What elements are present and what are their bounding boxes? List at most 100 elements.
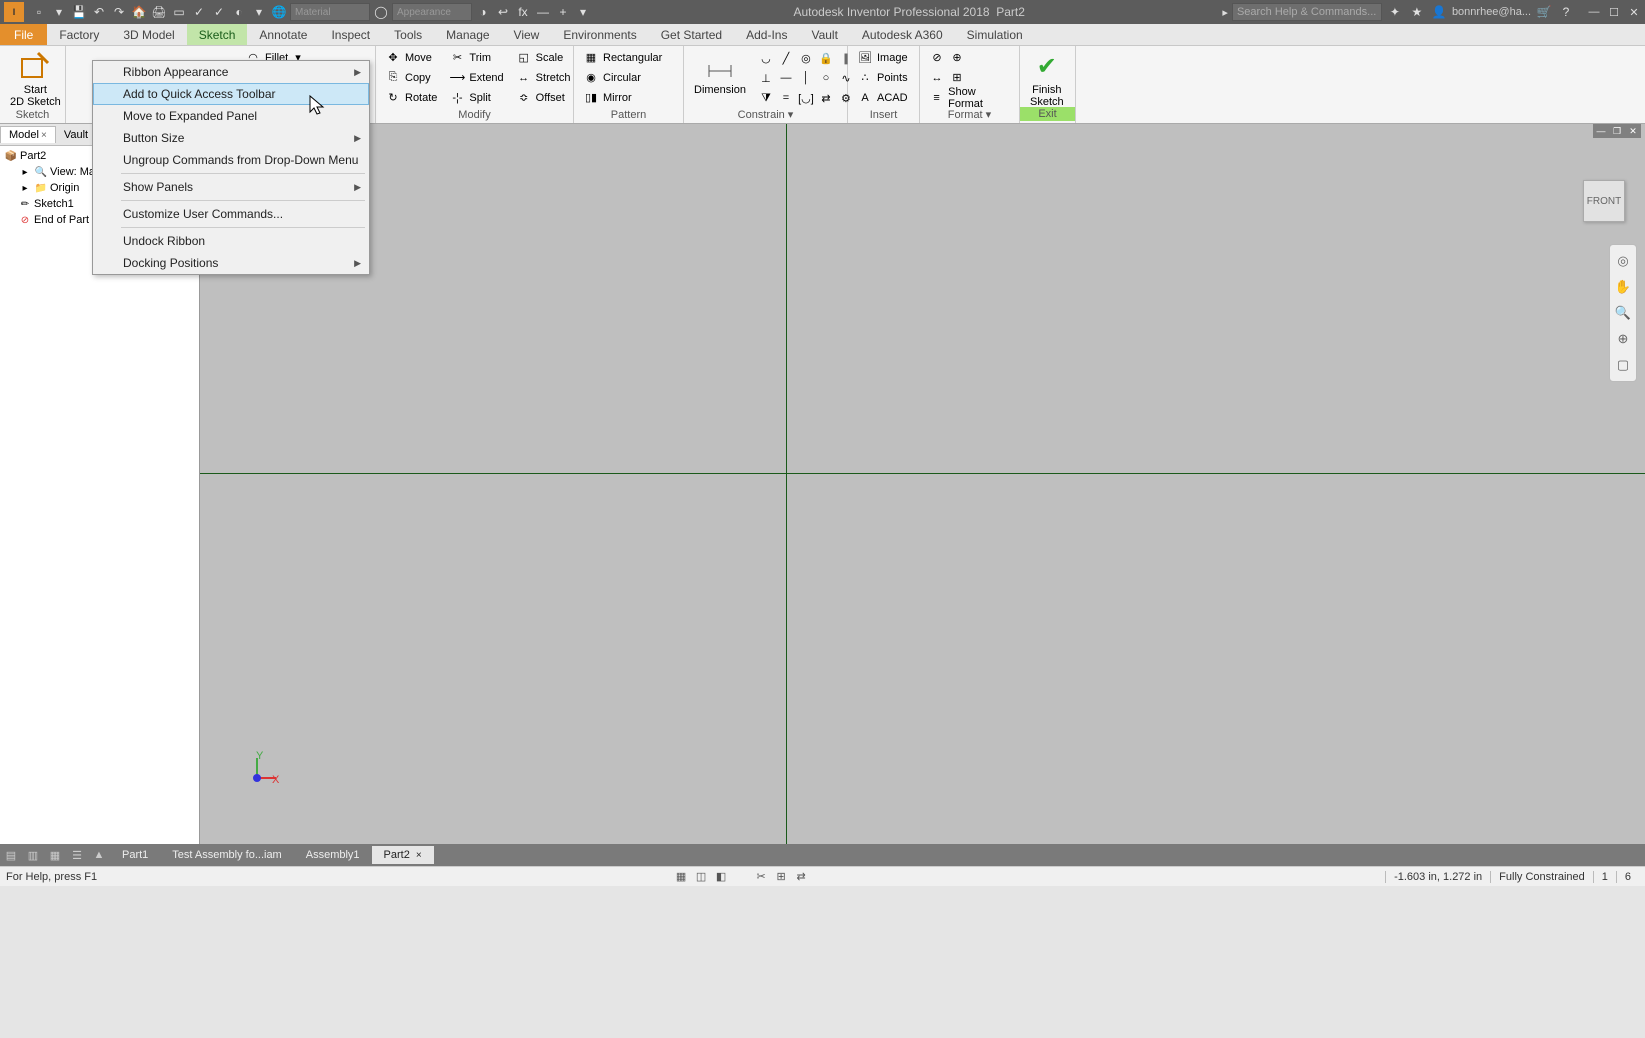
centerpoint-icon[interactable]: ⊞ [949, 70, 965, 86]
nav-pan-icon[interactable]: ✋ [1613, 277, 1633, 297]
status-grid-icon[interactable]: ◫ [691, 868, 711, 886]
doctab-part2[interactable]: Part2× [372, 846, 434, 864]
status-snap-icon[interactable]: ▦ [671, 868, 691, 886]
cm-docking-positions[interactable]: Docking Positions▶ [93, 252, 369, 274]
rectangular-pattern-button[interactable]: ▦Rectangular [580, 48, 665, 67]
tab-tile-vertical-icon[interactable]: ▥ [22, 844, 44, 866]
centerline-icon[interactable]: ⊕ [949, 50, 965, 66]
redo-icon[interactable]: ↷ [110, 3, 128, 21]
tab-vault[interactable]: Vault [799, 24, 849, 45]
maximize-button[interactable]: ☐ [1607, 5, 1621, 19]
nav-lookat-icon[interactable]: ▢ [1613, 355, 1633, 375]
file-tab[interactable]: File [0, 24, 47, 45]
constraint-collinear-icon[interactable]: ╱ [776, 48, 796, 68]
status-slice-icon[interactable]: ◧ [711, 868, 731, 886]
signin-icon[interactable]: ✦ [1386, 3, 1404, 21]
tab-tile-grid-icon[interactable]: ▦ [44, 844, 66, 866]
expand-icon[interactable]: ▸ [18, 165, 32, 179]
nav-zoom-icon[interactable]: 🔍 [1613, 303, 1633, 323]
mdi-restore-icon[interactable]: ❐ [1610, 125, 1624, 137]
show-format-button[interactable]: ≡Show Format [926, 88, 1013, 107]
close-button[interactable]: ✕ [1627, 5, 1641, 19]
cm-undock[interactable]: Undock Ribbon [93, 230, 369, 252]
constraint-equal-icon[interactable]: = [776, 88, 796, 108]
points-button[interactable]: ∴Points [854, 68, 911, 87]
image-button[interactable]: 🖼Image [854, 48, 911, 67]
trim-button[interactable]: ✂Trim [446, 48, 506, 67]
appearance-sphere-icon[interactable]: ◯ [372, 3, 390, 21]
constraint-tangent-icon[interactable]: ○ [816, 68, 836, 88]
help-icon[interactable]: ? [1557, 3, 1575, 21]
start-2d-sketch-button[interactable]: Start 2D Sketch [6, 48, 65, 110]
cm-ungroup[interactable]: Ungroup Commands from Drop-Down Menu [93, 149, 369, 171]
tab-tools[interactable]: Tools [382, 24, 434, 45]
undo-icon[interactable]: ↶ [90, 3, 108, 21]
constraint-horizontal-icon[interactable]: — [776, 68, 796, 88]
cm-customize[interactable]: Customize User Commands... [93, 203, 369, 225]
home-icon[interactable]: 🏠 [130, 3, 148, 21]
mdi-minimize-icon[interactable]: — [1594, 125, 1608, 137]
cm-button-size[interactable]: Button Size▶ [93, 127, 369, 149]
inventor-logo-icon[interactable]: I [4, 2, 24, 22]
doctab-assembly1[interactable]: Assembly1 [294, 846, 372, 864]
tab-a360[interactable]: Autodesk A360 [850, 24, 955, 45]
globe-icon[interactable]: 🌐 [270, 3, 288, 21]
copy-button[interactable]: ⎘Copy [382, 68, 440, 87]
material-combo[interactable]: Material [290, 3, 370, 21]
status-toggle-icon[interactable]: ⇄ [791, 868, 811, 886]
tab-inspect[interactable]: Inspect [319, 24, 382, 45]
viewcube[interactable]: FRONT [1583, 180, 1625, 222]
measure-icon[interactable]: — [534, 3, 552, 21]
close-icon[interactable]: × [41, 130, 47, 141]
constraint-perpendicular-icon[interactable]: ⊥ [756, 68, 776, 88]
construction-button[interactable]: ⊘⊕ [926, 48, 1013, 67]
circular-pattern-button[interactable]: ◉Circular [580, 68, 665, 87]
tab-tile-horizontal-icon[interactable]: ▤ [0, 844, 22, 866]
select-icon[interactable]: ▭ [170, 3, 188, 21]
browser-tab-model[interactable]: Model× [0, 126, 56, 143]
stretch-button[interactable]: ↔Stretch [513, 68, 574, 87]
close-icon[interactable]: × [416, 850, 422, 861]
save-icon[interactable]: 💾 [70, 3, 88, 21]
extend-button[interactable]: ⟶Extend [446, 68, 506, 87]
cart-icon[interactable]: 🛒 [1535, 3, 1553, 21]
swatch-icon[interactable]: ◑ [474, 3, 492, 21]
mirror-button[interactable]: ▯▮Mirror [580, 88, 665, 107]
qat-dropdown-icon[interactable]: ▾ [574, 3, 592, 21]
color-icon[interactable]: ◐ [230, 3, 248, 21]
tab-3dmodel[interactable]: 3D Model [111, 24, 186, 45]
status-cut-icon[interactable]: ✂ [751, 868, 771, 886]
tab-factory[interactable]: Factory [47, 24, 111, 45]
constraint-fix-icon[interactable]: 🔒 [816, 48, 836, 68]
constraint-auto-icon[interactable]: ⇄ [816, 88, 836, 108]
plus-icon[interactable]: + [554, 3, 572, 21]
qat-more-icon[interactable]: ▾ [250, 3, 268, 21]
return-icon[interactable]: ↩ [494, 3, 512, 21]
mdi-close-icon[interactable]: ✕ [1626, 125, 1640, 137]
expand-icon[interactable]: ▸ [18, 181, 32, 195]
cm-move-expanded[interactable]: Move to Expanded Panel [93, 105, 369, 127]
status-ortho-icon[interactable]: ⊞ [771, 868, 791, 886]
user-name[interactable]: bonnrhee@ha... [1452, 6, 1531, 18]
star-icon[interactable]: ★ [1408, 3, 1426, 21]
cm-ribbon-appearance[interactable]: Ribbon Appearance▶ [93, 61, 369, 83]
fx-icon[interactable]: fx [514, 3, 532, 21]
offset-button[interactable]: ≎Offset [513, 88, 574, 107]
constraint-show-icon[interactable]: [◡] [796, 88, 816, 108]
doctab-part1[interactable]: Part1 [110, 846, 160, 864]
constraint-symmetric-icon[interactable]: ⧩ [756, 88, 776, 108]
new-icon[interactable]: ▫ [30, 3, 48, 21]
finish-sketch-button[interactable]: ✔ Finish Sketch [1026, 48, 1068, 110]
constraint-coincident-icon[interactable]: ◡ [756, 48, 776, 68]
dimension-button[interactable]: Dimension [690, 48, 750, 98]
search-input[interactable]: Search Help & Commands... [1232, 3, 1382, 21]
tab-sketch[interactable]: Sketch [187, 24, 248, 45]
graphics-canvas[interactable]: — ❐ ✕ FRONT ◎ ✋ 🔍 ⊕ ▢ Y X [200, 124, 1645, 844]
tab-arrow-icon[interactable]: ▲ [88, 844, 110, 866]
tab-simulation[interactable]: Simulation [955, 24, 1035, 45]
tab-environments[interactable]: Environments [551, 24, 648, 45]
print-icon[interactable]: 🖨 [150, 3, 168, 21]
cm-show-panels[interactable]: Show Panels▶ [93, 176, 369, 198]
acad-button[interactable]: AACAD [854, 88, 911, 107]
toggle2-icon[interactable]: ✓ [210, 3, 228, 21]
